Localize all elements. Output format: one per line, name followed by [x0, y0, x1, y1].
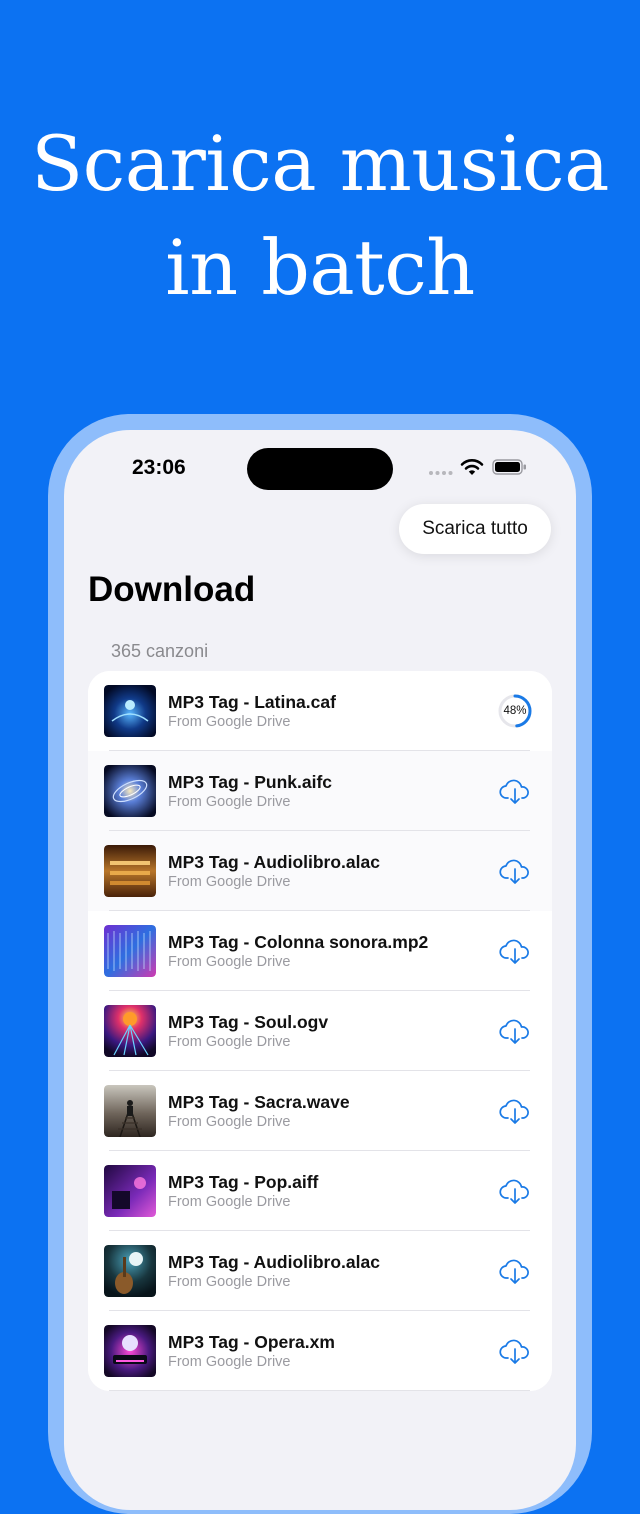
cloud-download-icon[interactable] [498, 1014, 532, 1048]
album-art-image [104, 1325, 156, 1377]
list-item[interactable]: MP3 Tag - Punk.aifc From Google Drive [88, 751, 552, 831]
album-art-image [104, 1085, 156, 1137]
cloud-download-icon[interactable] [498, 934, 532, 968]
song-source: From Google Drive [168, 954, 291, 970]
page-title: Download [88, 570, 256, 609]
headline-line-1: Scarica musica [31, 119, 609, 208]
song-list: MP3 Tag - Latina.caf From Google Drive 4… [88, 671, 552, 1391]
cloud-download-icon[interactable] [498, 854, 532, 888]
song-count-label: 365 canzoni [111, 641, 209, 661]
cloud-download-icon[interactable] [498, 774, 532, 808]
album-art-image [104, 1165, 156, 1217]
song-source: From Google Drive [168, 1274, 291, 1290]
song-title: MP3 Tag - Sacra.wave [168, 1092, 350, 1112]
cellular-signal-icon [429, 471, 453, 475]
song-source: From Google Drive [168, 1194, 291, 1210]
row-divider [109, 1390, 530, 1391]
song-title: MP3 Tag - Pop.aiff [168, 1172, 319, 1192]
song-title: MP3 Tag - Soul.ogv [168, 1012, 329, 1032]
download-progress[interactable]: 48% [498, 694, 532, 728]
battery-icon [492, 459, 526, 475]
song-title: MP3 Tag - Punk.aifc [168, 772, 333, 792]
list-item[interactable]: MP3 Tag - Latina.caf From Google Drive 4… [88, 671, 552, 751]
album-art-image [104, 1245, 156, 1297]
list-item[interactable]: MP3 Tag - Audiolibro.alac From Google Dr… [88, 831, 552, 911]
status-time: 23:06 [132, 456, 186, 479]
song-source: From Google Drive [168, 714, 291, 730]
song-source: From Google Drive [168, 1354, 291, 1370]
song-title: MP3 Tag - Opera.xm [168, 1332, 335, 1352]
album-art-image [104, 685, 156, 737]
song-title: MP3 Tag - Audiolibro.alac [168, 852, 380, 872]
song-source: From Google Drive [168, 1114, 291, 1130]
cloud-download-icon[interactable] [498, 1094, 532, 1128]
song-source: From Google Drive [168, 874, 291, 890]
album-art-image [104, 845, 156, 897]
headline-line-2: in batch [165, 223, 475, 312]
dynamic-island [247, 448, 393, 490]
list-item[interactable]: MP3 Tag - Colonna sonora.mp2 From Google… [88, 911, 552, 991]
phone-screen: 23:06 Scarica tutto Download 365 canzoni… [64, 430, 576, 1510]
list-item[interactable]: MP3 Tag - Soul.ogv From Google Drive [88, 991, 552, 1071]
song-title: MP3 Tag - Latina.caf [168, 692, 336, 712]
wifi-icon [460, 459, 484, 475]
album-art-image [104, 925, 156, 977]
cloud-download-icon[interactable] [498, 1254, 532, 1288]
list-item[interactable]: MP3 Tag - Opera.xm From Google Drive [88, 1311, 552, 1391]
song-title: MP3 Tag - Colonna sonora.mp2 [168, 932, 429, 952]
song-source: From Google Drive [168, 1034, 291, 1050]
album-art-image [104, 765, 156, 817]
song-source: From Google Drive [168, 794, 291, 810]
song-title: MP3 Tag - Audiolibro.alac [168, 1252, 380, 1272]
list-item[interactable]: MP3 Tag - Sacra.wave From Google Drive [88, 1071, 552, 1151]
list-item[interactable]: MP3 Tag - Pop.aiff From Google Drive [88, 1151, 552, 1231]
progress-percent: 48% [503, 705, 527, 717]
cloud-download-icon[interactable] [498, 1334, 532, 1368]
headline: Scarica musica in batch [0, 112, 640, 320]
cloud-download-icon[interactable] [498, 1174, 532, 1208]
list-item[interactable]: MP3 Tag - Audiolibro.alac From Google Dr… [88, 1231, 552, 1311]
album-art-image [104, 1005, 156, 1057]
download-all-button[interactable]: Scarica tutto [399, 504, 551, 554]
